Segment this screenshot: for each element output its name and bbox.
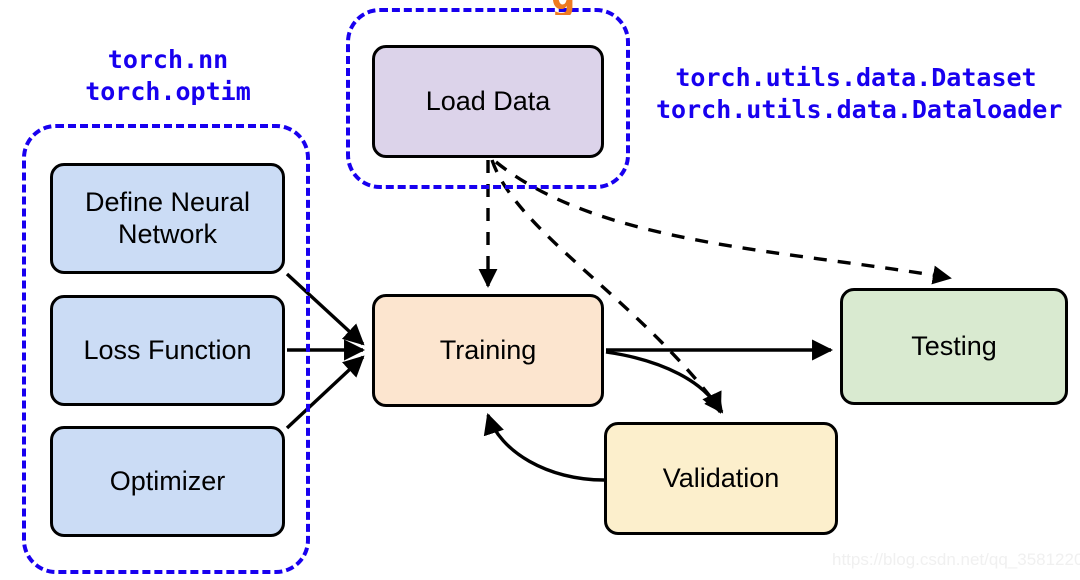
orange-partial-glyph: g (551, 0, 591, 15)
node-load-data-label: Load Data (425, 85, 551, 116)
node-define-neural-network[interactable]: Define Neural Network (50, 163, 285, 274)
node-loss-function-label: Loss Function (83, 334, 252, 365)
annotation-torch-utils-data: torch.utils.data.Dataset torch.utils.dat… (656, 63, 1063, 124)
node-loss-function[interactable]: Loss Function (50, 295, 285, 406)
node-optimizer[interactable]: Optimizer (50, 426, 285, 537)
edge-training-to-validation (605, 350, 722, 414)
node-training[interactable]: Training (372, 294, 604, 407)
node-define-neural-network-label: Define Neural Network (84, 186, 251, 249)
node-testing-label: Testing (911, 330, 997, 361)
annotation-torch-nn-optim: torch.nn torch.optim (85, 45, 251, 106)
watermark-text: https://blog.csdn.net/qq_35812205 (832, 550, 1080, 569)
node-optimizer-label: Optimizer (109, 465, 226, 496)
node-training-label: Training (439, 334, 537, 365)
node-validation-label: Validation (662, 462, 780, 493)
edge-validation-to-training (483, 412, 605, 482)
node-load-data[interactable]: Load Data (372, 45, 604, 158)
node-validation[interactable]: Validation (604, 422, 838, 535)
node-testing[interactable]: Testing (840, 288, 1068, 405)
diagram-canvas: Load Data Define Neural Network Loss Fun… (0, 0, 1080, 580)
